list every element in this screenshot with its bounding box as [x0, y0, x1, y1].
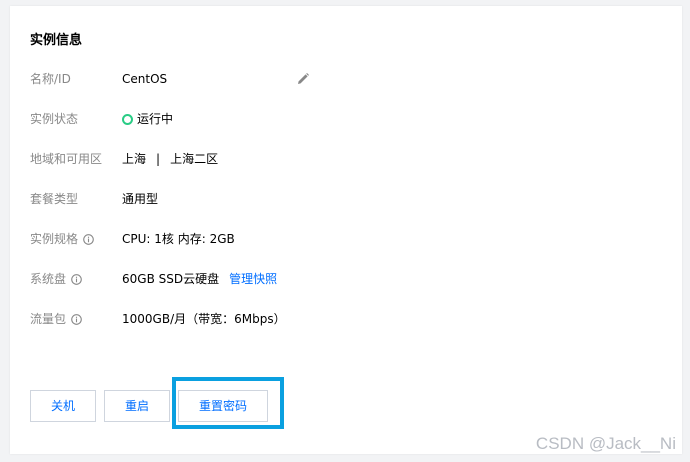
row-name-id: 名称/ID CentOS — [30, 69, 650, 89]
system-disk-label: 系统盘 — [30, 272, 67, 286]
shutdown-button[interactable]: 关机 — [30, 390, 96, 422]
restart-button[interactable]: 重启 — [104, 390, 170, 422]
plan-type-value: 通用型 — [122, 192, 159, 206]
row-spec: 实例规格 CPU: 1核 内存: 2GB — [30, 229, 650, 249]
region-text: 上海 — [122, 152, 147, 166]
traffic-value: 1000GB/月（带宽：6Mbps） — [122, 312, 286, 326]
spec-value: CPU: 1核 内存: 2GB — [122, 232, 235, 246]
traffic-label: 流量包 — [30, 312, 67, 326]
row-system-disk: 系统盘 60GB SSD云硬盘 管理快照 — [30, 269, 650, 289]
reset-password-button[interactable]: 重置密码 — [178, 390, 268, 422]
traffic-label-group: 流量包 — [30, 309, 82, 329]
info-icon[interactable] — [83, 233, 94, 245]
name-id-label: 名称/ID — [30, 72, 71, 86]
zone-text: 上海二区 — [170, 152, 219, 166]
status-text: 运行中 — [137, 112, 174, 126]
system-disk-label-group: 系统盘 — [30, 269, 82, 289]
region-label: 地域和可用区 — [30, 152, 103, 166]
row-plan-type: 套餐类型 通用型 — [30, 189, 650, 209]
system-disk-text: 60GB SSD云硬盘 — [122, 272, 220, 286]
instance-name: CentOS — [122, 72, 168, 86]
spec-label: 实例规格 — [30, 232, 79, 246]
region-value: 上海 | 上海二区 — [122, 149, 218, 169]
region-separator: | — [156, 152, 161, 166]
spec-label-group: 实例规格 — [30, 229, 94, 249]
status-label: 实例状态 — [30, 112, 79, 126]
manage-snapshot-link[interactable]: 管理快照 — [229, 269, 277, 289]
status-value: 运行中 — [122, 109, 173, 129]
card-title: 实例信息 — [30, 33, 83, 48]
status-running-icon — [122, 113, 133, 125]
row-traffic: 流量包 1000GB/月（带宽：6Mbps） — [30, 309, 650, 329]
system-disk-value: 60GB SSD云硬盘 管理快照 — [122, 269, 277, 289]
pencil-icon[interactable] — [296, 72, 310, 86]
info-icon[interactable] — [71, 313, 82, 325]
plan-type-label: 套餐类型 — [30, 192, 79, 206]
row-region: 地域和可用区 上海 | 上海二区 — [30, 149, 650, 169]
instance-info-card: 实例信息 名称/ID CentOS 实例状态 运行中 地域和可用区 上海 | 上… — [10, 6, 682, 454]
row-status: 实例状态 运行中 — [30, 109, 650, 129]
watermark: CSDN @Jack__Ni — [535, 434, 676, 453]
info-icon[interactable] — [71, 273, 82, 285]
